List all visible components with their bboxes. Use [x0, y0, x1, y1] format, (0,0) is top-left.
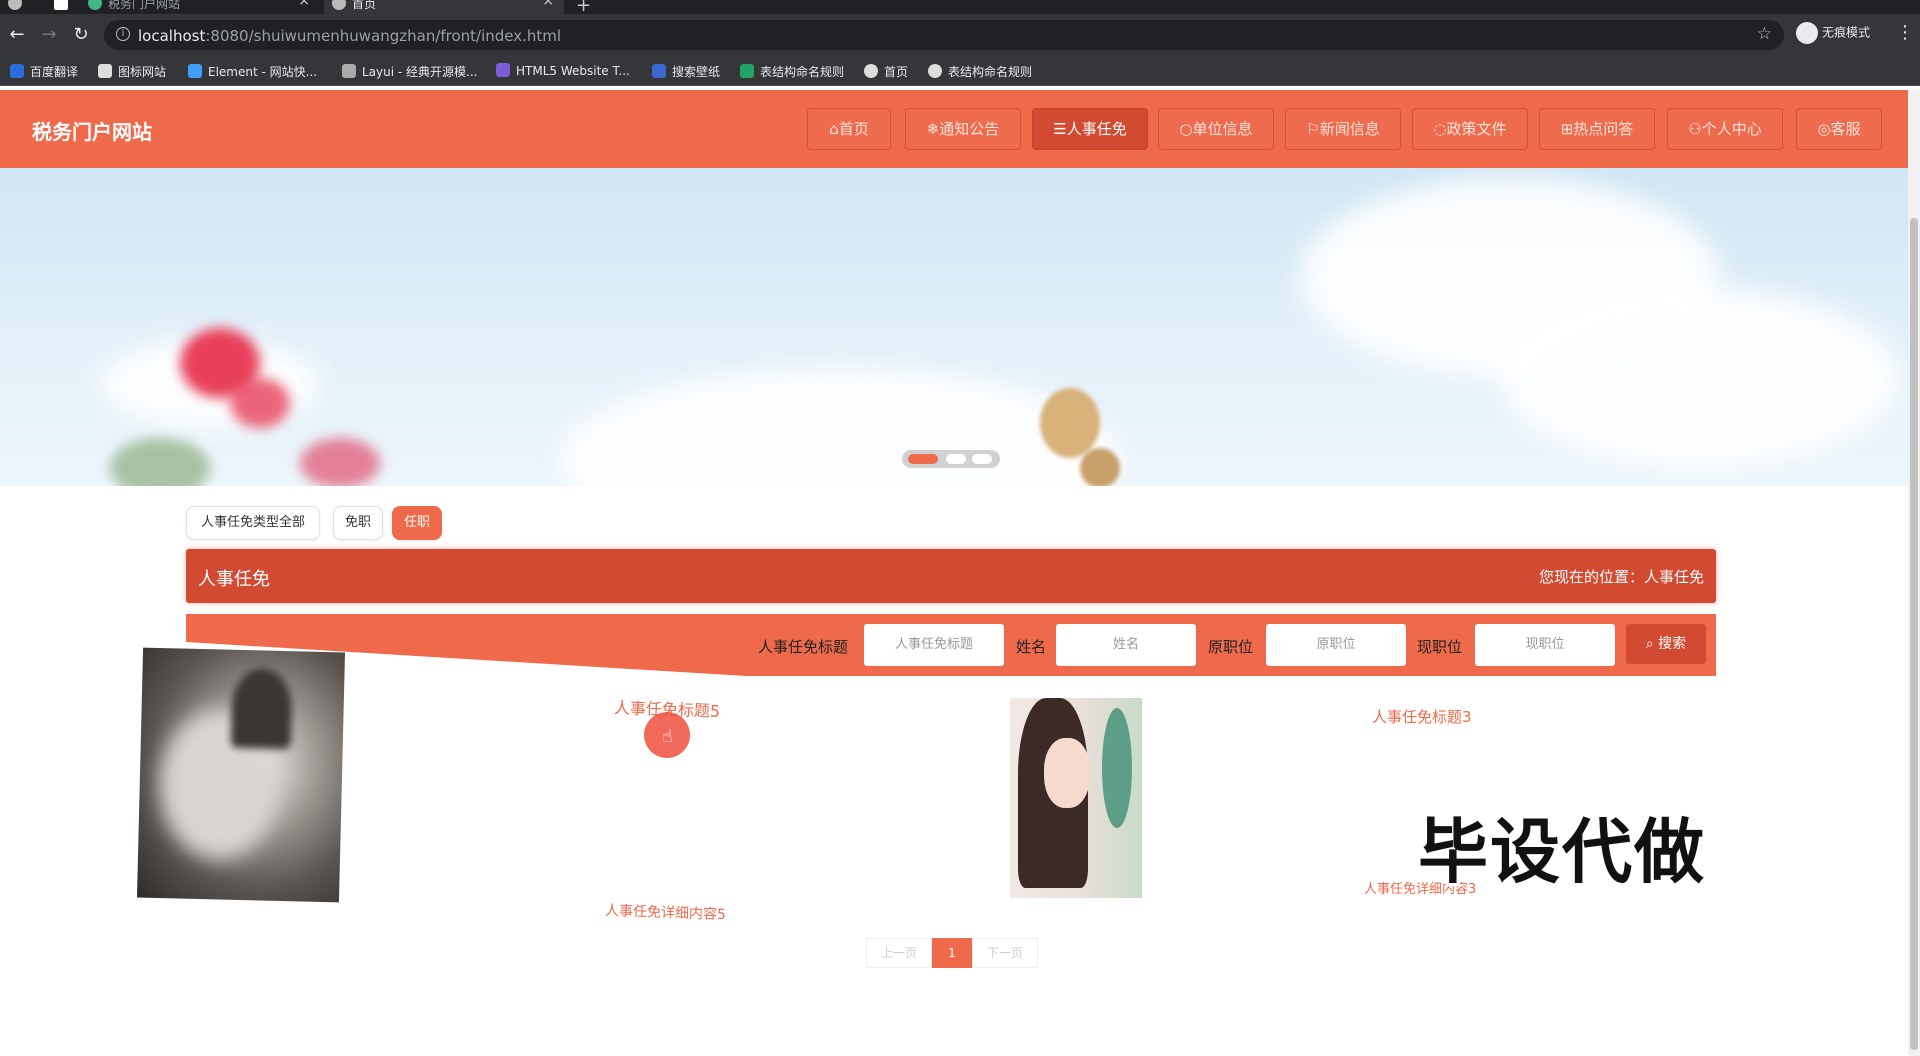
table-icon: ⊞	[1560, 120, 1574, 138]
chat-icon: ◌	[1433, 120, 1447, 138]
site-title: 税务门户网站	[32, 120, 152, 144]
hand-pointer-icon: ☝	[662, 726, 673, 747]
carousel-dot[interactable]	[972, 454, 992, 464]
reload-icon[interactable]: ↻	[70, 24, 92, 45]
browser-toolbar: ← → ↻ i localhost:8080/shuiwumenhuwangzh…	[0, 14, 1920, 56]
nav-personnel[interactable]: ☰人事任免	[1032, 108, 1148, 150]
section-title: 人事任免	[198, 569, 270, 590]
element-icon	[188, 64, 202, 78]
breadcrumb: 您现在的位置：人事任免	[1538, 568, 1704, 586]
close-tab-icon[interactable]: ×	[542, 0, 554, 8]
search-label-title: 人事任免标题	[758, 638, 849, 656]
filter-appointment[interactable]: 任职	[392, 506, 442, 540]
card-image-woman[interactable]	[1010, 698, 1142, 898]
support-icon: ◎	[1817, 120, 1831, 138]
bookmarks-bar: 百度翻译 图标网站 Element - 网站快... Layui - 经典开源模…	[0, 56, 1920, 86]
browser-tab-1[interactable]: 税务门户网站 ×	[80, 0, 320, 14]
nav-policy[interactable]: ◌政策文件	[1412, 108, 1528, 150]
bookmark-item[interactable]: 表结构命名规则	[928, 63, 1032, 80]
bookmark-item[interactable]: Layui - 经典开源模...	[342, 63, 477, 80]
vue-icon	[88, 0, 102, 10]
url-text[interactable]: localhost:8080/shuiwumenhuwangzhan/front…	[138, 27, 561, 45]
close-tab-icon[interactable]: ×	[298, 0, 310, 8]
browser-app-icon	[0, 0, 40, 14]
title-search-input[interactable]: 人事任免标题	[864, 624, 1004, 666]
browser-tab-2[interactable]: 首页 ×	[324, 0, 564, 14]
old-position-search-input[interactable]: 原职位	[1266, 624, 1406, 666]
search-button[interactable]: ⌕ 搜索	[1626, 624, 1706, 664]
new-position-search-input[interactable]: 现职位	[1475, 624, 1615, 666]
translate-icon	[10, 64, 24, 78]
nav-faq[interactable]: ⊞热点问答	[1539, 108, 1655, 150]
card-description: 人事任免详细内容5	[604, 902, 727, 924]
search-label-old-position: 原职位	[1208, 638, 1254, 656]
nav-notices[interactable]: ❄通知公告	[905, 108, 1021, 150]
section-title-bar: 人事任免 您现在的位置：人事任免	[186, 549, 1716, 603]
nav-news[interactable]: ⚐新闻信息	[1285, 108, 1401, 150]
search-label-name: 姓名	[1016, 638, 1047, 656]
filter-all-types[interactable]: 人事任免类型全部	[186, 506, 320, 540]
snowflake-icon: ❄	[926, 120, 940, 138]
bookmark-item[interactable]: Element - 网站快...	[188, 63, 317, 80]
nav-profile[interactable]: ⚇个人中心	[1667, 108, 1783, 150]
mouse-cursor: ☝	[644, 712, 690, 758]
bookmark-item[interactable]: 百度翻译	[10, 63, 78, 80]
user-icon: ⚇	[1688, 120, 1702, 138]
site-info-icon[interactable]: i	[116, 27, 130, 41]
prev-page-button[interactable]: 上一页	[866, 938, 932, 968]
watermark: 毕设代做	[1418, 811, 1706, 893]
card-image-husky[interactable]	[136, 647, 346, 903]
bookmark-item[interactable]: 表结构命名规则	[740, 63, 844, 80]
incognito-indicator[interactable]: 无痕模式	[1796, 22, 1870, 44]
incognito-icon	[1796, 22, 1818, 44]
nav-home[interactable]: ⌂首页	[807, 108, 891, 150]
forward-icon[interactable]: →	[38, 24, 60, 45]
flag-icon	[98, 64, 112, 78]
search-label-new-position: 现职位	[1417, 638, 1463, 656]
search-icon: ⌕	[1645, 636, 1654, 652]
page-scrollbar[interactable]	[1908, 90, 1920, 1056]
browser-menu-icon[interactable]: ⋮	[1896, 22, 1914, 43]
address-bar[interactable]: i localhost:8080/shuiwumenhuwangzhan/fro…	[104, 20, 1784, 50]
circle-icon: ○	[1179, 120, 1193, 138]
flag-icon: ⚐	[1306, 120, 1320, 138]
filter-dismissal[interactable]: 免职	[333, 506, 383, 540]
bookmark-item[interactable]: HTML5 Website T...	[496, 63, 630, 78]
scroll-thumb[interactable]	[1910, 218, 1918, 1050]
carousel-dot[interactable]	[946, 454, 966, 464]
nav-support[interactable]: ◎客服	[1796, 108, 1882, 150]
layui-icon	[342, 64, 356, 78]
globe-icon	[864, 64, 878, 78]
next-page-button[interactable]: 下一页	[972, 938, 1038, 968]
name-search-input[interactable]: 姓名	[1056, 624, 1196, 666]
site-header: 税务门户网站 ⌂首页 ❄通知公告 ☰人事任免 ○单位信息 ⚐新闻信息 ◌政策文件…	[0, 90, 1908, 168]
nav-units[interactable]: ○单位信息	[1158, 108, 1274, 150]
back-icon[interactable]: ←	[6, 24, 28, 45]
browser-tab-strip: 税务门户网站 × 首页 × +	[0, 0, 1920, 16]
card-title[interactable]: 人事任免标题3	[1372, 706, 1472, 727]
banner-carousel[interactable]	[0, 168, 1908, 486]
bookmark-item[interactable]: 图标网站	[98, 63, 166, 80]
home-icon: ⌂	[829, 120, 839, 138]
html5-icon	[496, 63, 510, 77]
layers-icon: ☰	[1053, 120, 1067, 138]
pinned-tab[interactable]	[44, 0, 72, 14]
carousel-dot[interactable]	[908, 454, 938, 464]
carousel-indicators	[902, 450, 1000, 468]
globe-icon	[928, 64, 942, 78]
page-1-button[interactable]: 1	[932, 938, 972, 968]
globe-icon	[332, 0, 346, 10]
bookmark-item[interactable]: 搜索壁纸	[652, 63, 720, 80]
wallpaper-icon	[652, 64, 666, 78]
bookmark-item[interactable]: 首页	[864, 63, 908, 80]
sheet-icon	[740, 64, 754, 78]
bookmark-star-icon[interactable]: ☆	[1757, 24, 1772, 44]
